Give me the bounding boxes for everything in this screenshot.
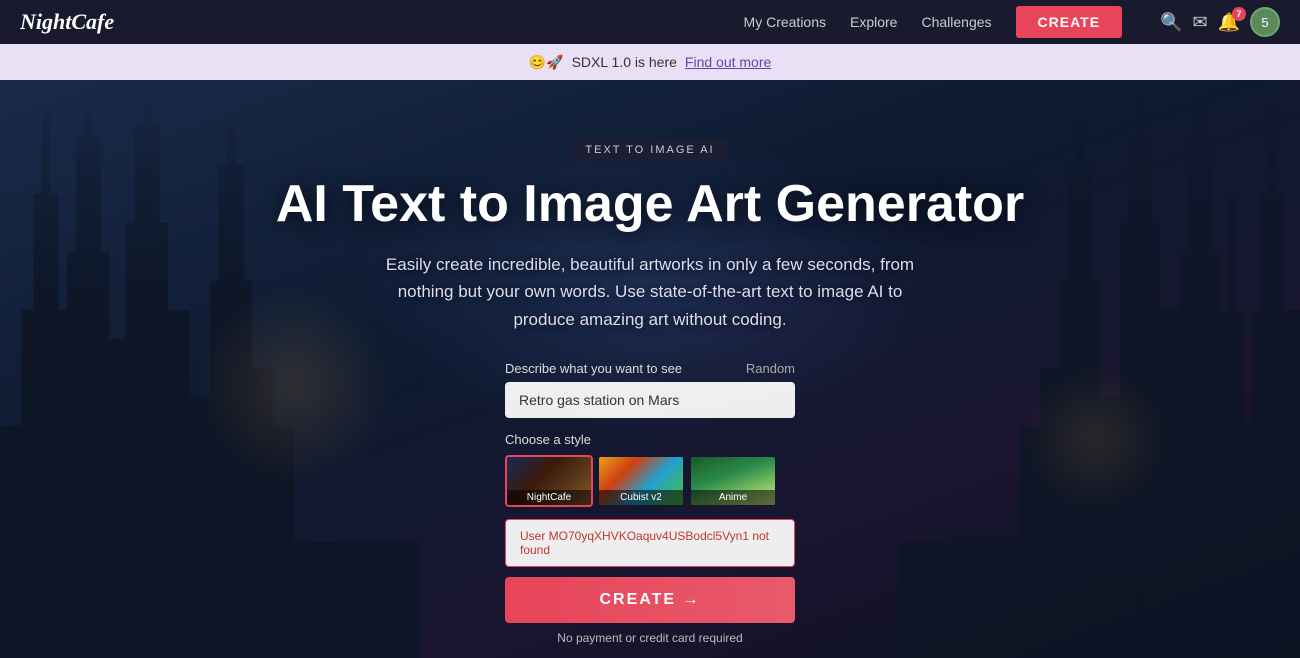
style-cubist-label: Cubist v2 — [599, 490, 683, 505]
nav-my-creations[interactable]: My Creations — [744, 14, 826, 30]
style-nightcafe-label: NightCafe — [507, 490, 591, 505]
style-label: Choose a style — [505, 432, 795, 447]
site-logo[interactable]: NightCafe — [20, 9, 744, 35]
create-button[interactable]: CREATE → — [505, 577, 795, 623]
navbar-create-button[interactable]: CREATE — [1016, 6, 1123, 38]
hero-subtitle: Easily create incredible, beautiful artw… — [380, 251, 920, 333]
hero-title: AI Text to Image Art Generator — [276, 176, 1024, 233]
style-anime[interactable]: Anime — [689, 455, 777, 507]
prompt-form: Describe what you want to see Random Cho… — [505, 361, 795, 645]
nav-links: My Creations Explore Challenges CREATE 🔍… — [744, 6, 1280, 38]
random-link[interactable]: Random — [746, 361, 795, 376]
mail-icon[interactable]: ✉ — [1192, 12, 1207, 33]
style-nightcafe[interactable]: NightCafe — [505, 455, 593, 507]
navbar-icons: 🔍 ✉ 🔔 7 5 — [1160, 7, 1280, 37]
nav-challenges[interactable]: Challenges — [921, 14, 991, 30]
announcement-text: SDXL 1.0 is here — [572, 54, 677, 70]
nav-explore[interactable]: Explore — [850, 14, 897, 30]
style-cubist[interactable]: Cubist v2 — [597, 455, 685, 507]
error-box: User MO70yqXHVKOaquv4USBodcl5Vyn1 not fo… — [505, 519, 795, 567]
no-payment-text: No payment or credit card required — [505, 631, 795, 645]
avatar-badge: 5 — [1261, 15, 1268, 30]
notification-icon[interactable]: 🔔 7 — [1218, 12, 1240, 33]
style-options: NightCafe Cubist v2 Anime — [505, 455, 795, 507]
navbar: NightCafe My Creations Explore Challenge… — [0, 0, 1300, 44]
hero-badge: TEXT TO IMAGE AI — [573, 140, 726, 160]
announcement-bar: 😊🚀 SDXL 1.0 is here Find out more — [0, 44, 1300, 80]
announcement-link[interactable]: Find out more — [685, 54, 771, 70]
avatar[interactable]: 5 — [1250, 7, 1280, 37]
announcement-emoji: 😊🚀 — [529, 54, 564, 71]
search-icon[interactable]: 🔍 — [1160, 12, 1182, 33]
style-anime-label: Anime — [691, 490, 775, 505]
notification-badge: 7 — [1232, 7, 1246, 21]
prompt-label: Describe what you want to see — [505, 361, 682, 376]
prompt-input[interactable] — [505, 382, 795, 418]
prompt-label-row: Describe what you want to see Random — [505, 361, 795, 376]
hero-content: TEXT TO IMAGE AI AI Text to Image Art Ge… — [0, 80, 1300, 658]
